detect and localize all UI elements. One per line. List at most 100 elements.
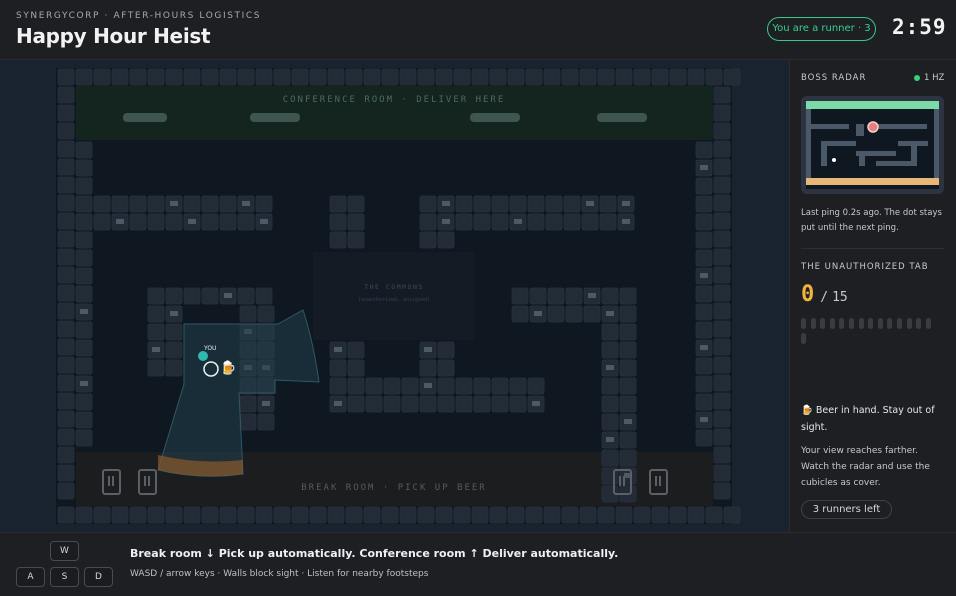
status-note: Your view reaches farther. Watch the rad… (801, 446, 930, 488)
footer-bar (0, 532, 956, 596)
tab-progress-pill (897, 318, 902, 329)
player-label: YOU (203, 345, 216, 352)
tab-progress-pill (801, 333, 806, 344)
tab-progress-pill (887, 318, 893, 329)
wall-tile (713, 284, 731, 302)
wall-tile (129, 68, 147, 86)
wall-tile (713, 104, 731, 122)
wall-tile (165, 287, 183, 305)
wall-tile (713, 428, 731, 446)
tab-progress-pill (801, 318, 806, 329)
wall-tile (619, 359, 637, 377)
wall-tile (723, 506, 741, 524)
conference-room-label: CONFERENCE ROOM · DELIVER HERE (283, 95, 506, 105)
wall-tile (291, 506, 309, 524)
wall-tile (219, 213, 237, 231)
wall-tile (75, 393, 93, 411)
wall-tile (237, 68, 255, 86)
desk-monitor (622, 219, 630, 224)
tab-progress-pill (916, 318, 922, 329)
wall-tile (201, 506, 219, 524)
wall-tile (713, 392, 731, 410)
wall-tile (619, 449, 637, 467)
wall-tile (543, 506, 561, 524)
wall-tile (75, 195, 93, 213)
role-badge: You are a runner · 3 (767, 17, 876, 41)
wall-tile (57, 212, 75, 230)
desk-monitor (700, 273, 708, 278)
wall-tile (347, 341, 365, 359)
radar-canvas (801, 96, 944, 194)
wall-tile (201, 213, 219, 231)
radar-breakroom (806, 178, 939, 185)
wall-tile (695, 357, 713, 375)
wall-tile (165, 341, 183, 359)
wall-tile (619, 287, 637, 305)
wall-tile (75, 267, 93, 285)
desk-monitor (606, 437, 614, 442)
wall-tile (257, 305, 275, 323)
wall-tile (713, 194, 731, 212)
wall-tile (57, 140, 75, 158)
wall-tile (57, 356, 75, 374)
wall-tile (669, 68, 687, 86)
desk-monitor (188, 219, 196, 224)
desk-monitor (700, 165, 708, 170)
wall-tile (713, 446, 731, 464)
wall-tile (619, 341, 637, 359)
wall-tile (455, 395, 473, 413)
desk-monitor (116, 219, 124, 224)
game-map[interactable]: CONFERENCE ROOM · DELIVER HERE THE COMMO… (0, 60, 789, 532)
desk-monitor (424, 383, 432, 388)
wall-tile (713, 356, 731, 374)
desk-monitor (700, 345, 708, 350)
beer-icon: 🍺 (220, 359, 236, 375)
wall-tile (255, 68, 273, 86)
wall-tile (75, 159, 93, 177)
wall-tile (599, 195, 617, 213)
tab-separator: / (820, 290, 829, 305)
wall-tile (695, 303, 713, 321)
radar-conference (806, 101, 939, 109)
key-w[interactable]: W (50, 541, 79, 561)
wall-tile (347, 359, 365, 377)
status-message: 🍺 Beer in hand. Stay out of sight. (801, 402, 946, 436)
wall-tile (399, 68, 417, 86)
wall-tile (525, 506, 543, 524)
wall-tile (509, 395, 527, 413)
wall-tile (599, 213, 617, 231)
wall-tile (713, 212, 731, 230)
wall-tile (723, 68, 741, 86)
wall-tile (435, 506, 453, 524)
key-s[interactable]: S (50, 567, 79, 587)
wall-tile (383, 377, 401, 395)
conference-table (597, 113, 647, 122)
wall-tile (687, 506, 705, 524)
wall-tile (713, 176, 731, 194)
desk-monitor (622, 201, 630, 206)
wall-tile (705, 68, 723, 86)
wall-tile (75, 321, 93, 339)
wall-tile (695, 177, 713, 195)
wall-tile (473, 395, 491, 413)
wall-tile (455, 213, 473, 231)
wall-tile (601, 287, 619, 305)
wall-tile (455, 377, 473, 395)
tab-title: THE UNAUTHORIZED TAB (801, 262, 929, 272)
wall-tile (419, 213, 437, 231)
wall-tile (273, 506, 291, 524)
map-canvas[interactable]: CONFERENCE ROOM · DELIVER HERE THE COMMO… (0, 60, 789, 532)
wall-tile (57, 338, 75, 356)
wall-tile (93, 506, 111, 524)
wall-tile (57, 302, 75, 320)
wall-tile (471, 68, 489, 86)
wall-tile (713, 248, 731, 266)
desk-monitor (262, 401, 270, 406)
key-d[interactable]: D (84, 567, 113, 587)
tab-progress-pill (906, 318, 912, 329)
wall-tile (633, 68, 651, 86)
wall-tile (695, 195, 713, 213)
key-a[interactable]: A (16, 567, 45, 587)
wall-tile (57, 230, 75, 248)
wall-tile (713, 86, 731, 104)
